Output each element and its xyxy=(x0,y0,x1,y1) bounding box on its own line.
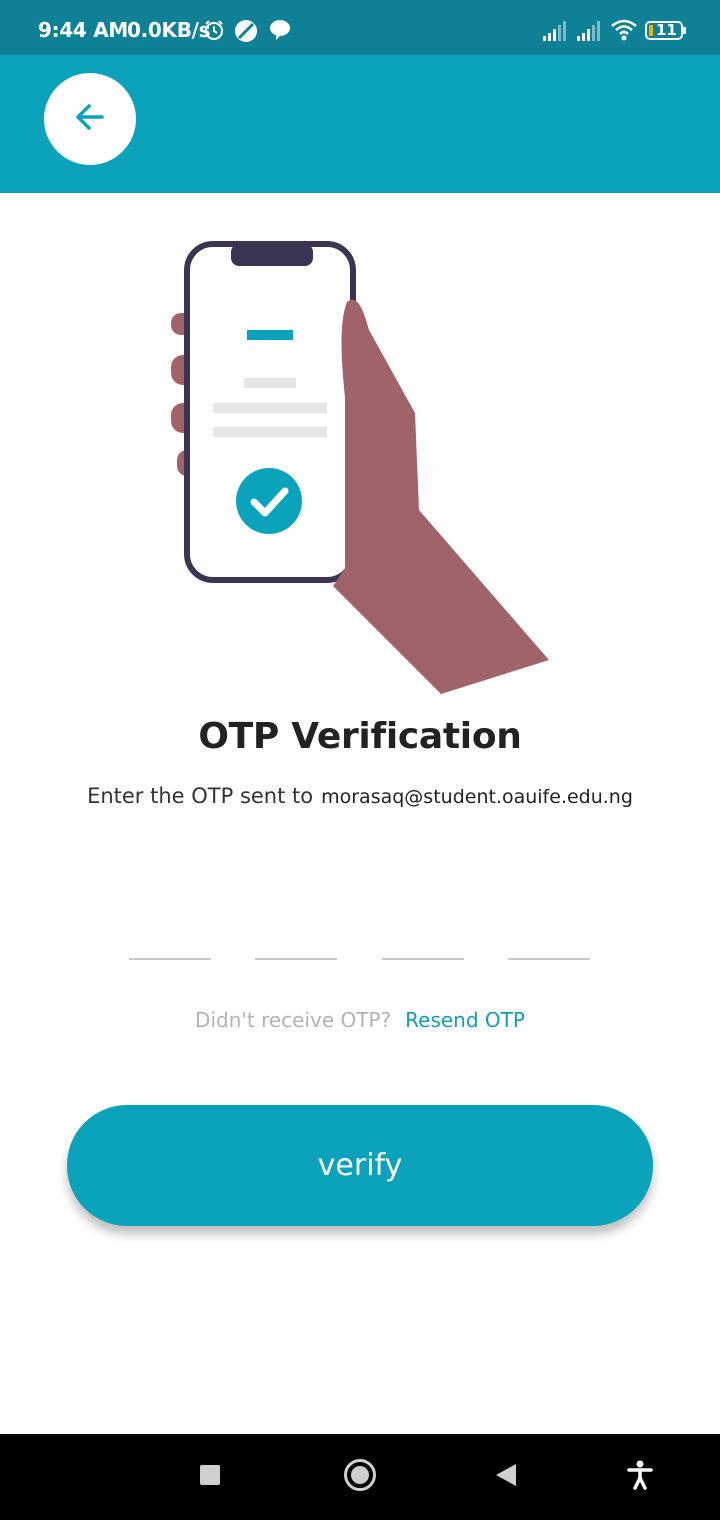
resend-prompt: Didn't receive OTP? xyxy=(195,1008,392,1032)
battery-level: 11 xyxy=(656,21,677,39)
otp-instruction: Enter the OTP sent to morasaq@student.oau… xyxy=(0,784,720,808)
wifi-icon xyxy=(610,19,638,46)
otp-digit-3-input[interactable] xyxy=(382,920,464,960)
recents-button[interactable] xyxy=(170,1434,250,1520)
compass-icon xyxy=(234,19,258,48)
home-button[interactable] xyxy=(320,1434,400,1520)
otp-digit-1-input[interactable] xyxy=(129,920,211,960)
verify-button[interactable]: verify xyxy=(67,1105,653,1226)
otp-digit-2-input[interactable] xyxy=(255,920,337,960)
otp-digit-4-input[interactable] xyxy=(508,920,590,960)
chat-bubble-icon xyxy=(268,19,292,46)
accessibility-icon xyxy=(626,1460,654,1495)
signal-icon xyxy=(542,20,568,47)
resend-otp-link[interactable]: Resend OTP xyxy=(405,1008,525,1032)
otp-instruction-text: Enter the OTP sent to xyxy=(87,784,314,808)
system-nav-bar xyxy=(0,1434,720,1520)
home-circle-icon xyxy=(343,1458,377,1497)
network-speed: 0.0KB/s xyxy=(127,18,211,42)
alarm-icon xyxy=(203,19,225,46)
app-header xyxy=(0,55,720,193)
page-title: OTP Verification xyxy=(198,716,522,757)
status-time: 9:44 AM xyxy=(38,18,128,42)
accessibility-button[interactable] xyxy=(600,1434,680,1520)
back-nav-button[interactable] xyxy=(466,1434,546,1520)
recents-square-icon xyxy=(199,1464,221,1491)
signal-icon xyxy=(576,20,602,47)
back-button[interactable] xyxy=(44,73,136,165)
back-triangle-icon xyxy=(494,1462,518,1493)
status-bar: 9:44 AM 0.0KB/s 11 xyxy=(0,0,720,55)
phone-in-hand-checkmark-illustration xyxy=(165,238,555,703)
arrow-left-icon xyxy=(72,99,108,140)
recipient-email: morasaq@student.oauife.edu.ng xyxy=(321,786,633,808)
otp-verification-screen: 9:44 AM 0.0KB/s 11 OTP Verification Ente… xyxy=(0,0,720,1520)
resend-row: Didn't receive OTP? Resend OTP xyxy=(0,1008,720,1032)
